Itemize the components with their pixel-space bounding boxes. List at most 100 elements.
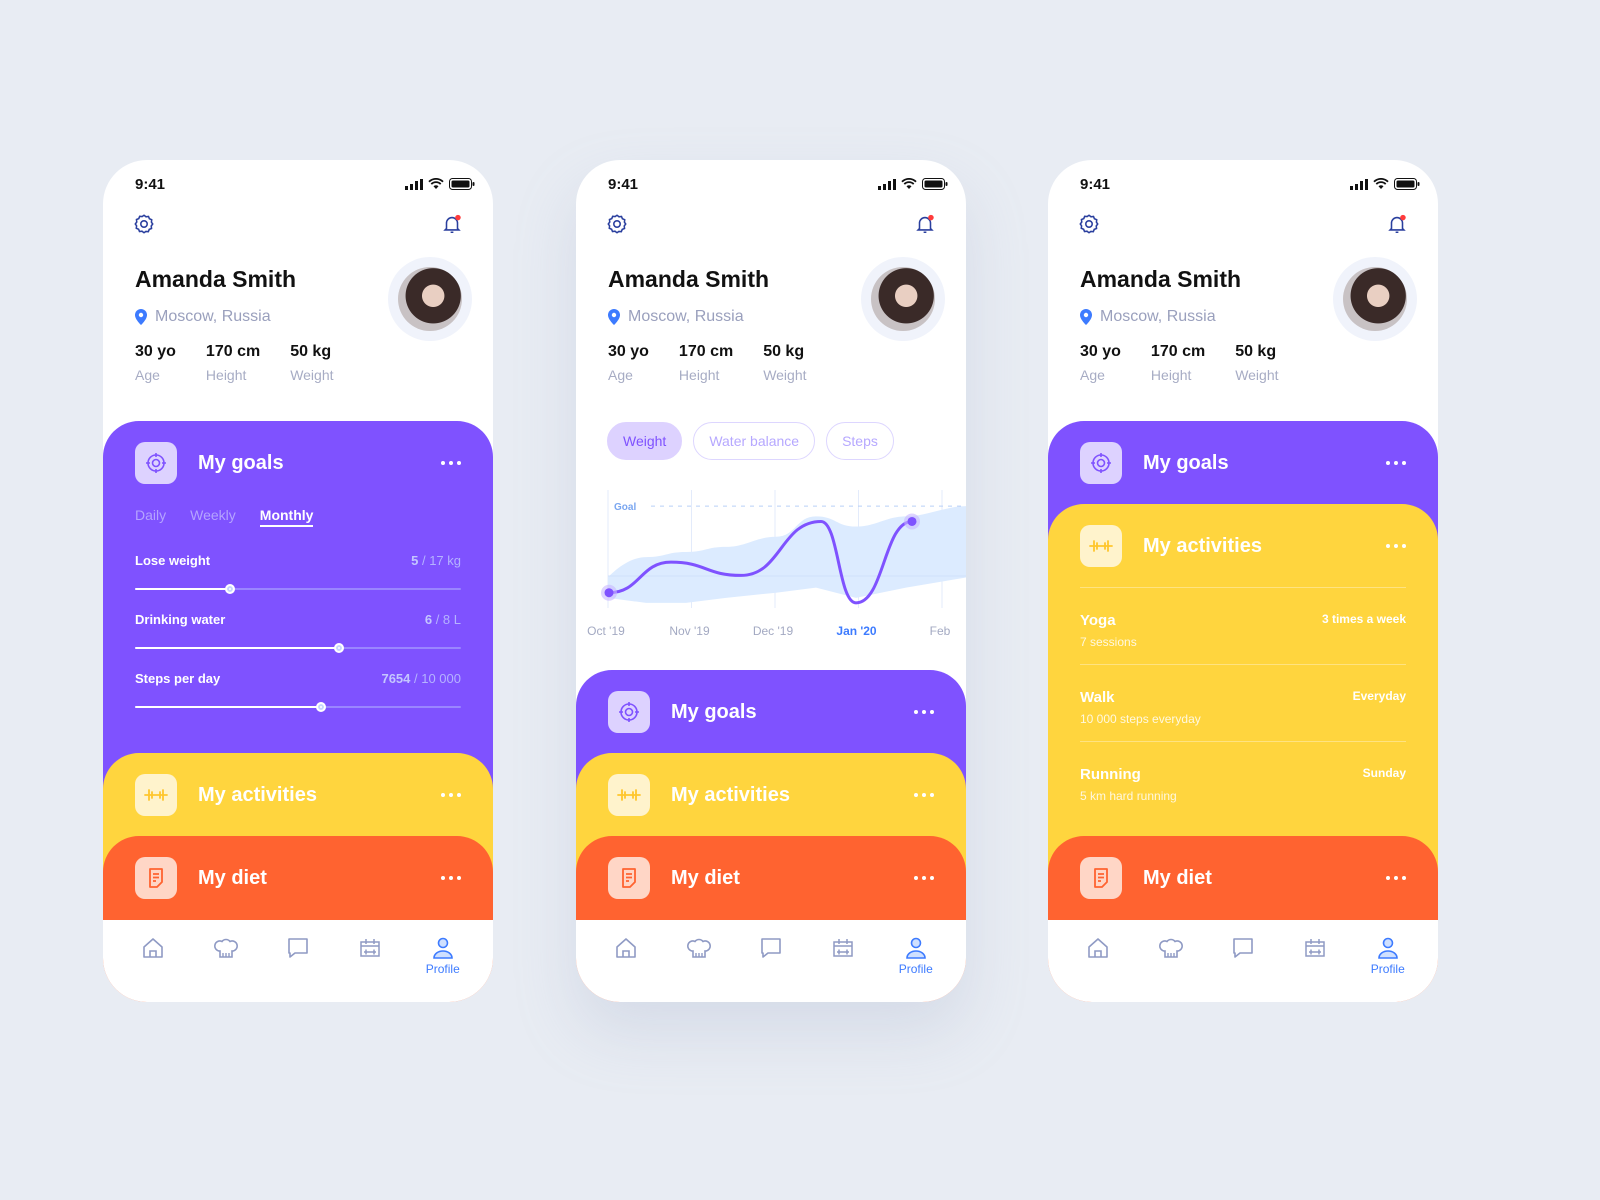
goal-slider-handle[interactable] bbox=[224, 584, 235, 594]
goal-slider[interactable] bbox=[135, 643, 461, 653]
profile-stats: 30 yo Age 170 cm Height 50 kg Weight bbox=[135, 343, 364, 383]
activity-item[interactable]: Walk Everyday 10 000 steps everyday bbox=[1080, 664, 1406, 741]
status-bar: 9:41 bbox=[1080, 174, 1420, 194]
more-options-icon[interactable] bbox=[441, 461, 461, 465]
stat-age: 30 yo Age bbox=[135, 343, 176, 383]
activity-name: Running bbox=[1080, 766, 1141, 783]
avatar[interactable] bbox=[861, 257, 945, 341]
nav-chat[interactable] bbox=[268, 920, 328, 1002]
card-header[interactable]: My diet bbox=[1080, 856, 1406, 900]
goal-slider-fill bbox=[135, 706, 321, 708]
stat-age: 30 yo Age bbox=[1080, 343, 1121, 383]
card-header[interactable]: My goals bbox=[135, 441, 461, 485]
nav-home[interactable] bbox=[1068, 920, 1128, 1002]
stat-label: Weight bbox=[763, 367, 807, 383]
nav-home[interactable] bbox=[596, 920, 656, 1002]
goal-label: Steps per day bbox=[135, 671, 221, 686]
home-icon bbox=[616, 938, 636, 958]
avatar[interactable] bbox=[1333, 257, 1417, 341]
card-title: My activities bbox=[1143, 534, 1262, 557]
card-header[interactable]: My goals bbox=[1080, 441, 1406, 485]
stat-label: Height bbox=[678, 367, 720, 383]
goal-slider-handle[interactable] bbox=[333, 643, 344, 653]
activity-item[interactable]: Running Sunday 5 km hard running bbox=[1080, 741, 1406, 818]
card-icon-box bbox=[135, 774, 177, 816]
goal-target: / 10 000 bbox=[410, 671, 461, 686]
x-tick-label[interactable]: Nov '19 bbox=[669, 624, 709, 638]
x-tick-label[interactable]: Feb bbox=[930, 624, 951, 638]
card-icon-box bbox=[1080, 442, 1122, 484]
nav-recipes[interactable] bbox=[669, 920, 729, 1002]
tab-monthly[interactable]: Monthly bbox=[259, 507, 314, 527]
nav-home[interactable] bbox=[123, 920, 183, 1002]
settings-gear-icon[interactable] bbox=[133, 213, 155, 235]
card-header[interactable]: My activities bbox=[1080, 524, 1406, 568]
stat-weight: 50 kg Weight bbox=[1235, 343, 1278, 383]
signal-icon bbox=[1350, 178, 1368, 190]
filter-steps[interactable]: Steps bbox=[826, 422, 894, 460]
nav-workouts[interactable] bbox=[340, 920, 400, 1002]
card-header[interactable]: My activities bbox=[608, 773, 934, 817]
more-options-icon[interactable] bbox=[914, 876, 934, 880]
notification-bell-icon[interactable] bbox=[914, 213, 936, 235]
wifi-icon bbox=[1373, 178, 1389, 189]
card-header[interactable]: My diet bbox=[608, 856, 934, 900]
goal-current: 7654 bbox=[381, 671, 411, 686]
tab-weekly[interactable]: Weekly bbox=[190, 507, 236, 527]
x-axis-labels: Oct '19 Nov '19 Dec '19 Jan '20 Feb bbox=[576, 624, 966, 642]
goal-value: 7654 / 10 000 bbox=[381, 671, 461, 686]
stat-value: 30 yo bbox=[135, 343, 176, 360]
card-header[interactable]: My diet bbox=[135, 856, 461, 900]
settings-gear-icon[interactable] bbox=[606, 213, 628, 235]
location-text: Moscow, Russia bbox=[1100, 308, 1216, 325]
avatar[interactable] bbox=[388, 257, 472, 341]
tab-daily[interactable]: Daily bbox=[135, 507, 166, 527]
nav-profile[interactable]: Profile bbox=[886, 920, 946, 1002]
bottom-nav: Profile bbox=[1048, 920, 1438, 1002]
activity-item[interactable]: Yoga 3 times a week 7 sessions bbox=[1080, 587, 1406, 664]
notification-bell-icon[interactable] bbox=[441, 213, 463, 235]
nav-profile[interactable]: Profile bbox=[1358, 920, 1418, 1002]
profile-location: Moscow, Russia bbox=[135, 308, 271, 326]
profile-icon bbox=[432, 937, 453, 959]
more-options-icon[interactable] bbox=[1386, 544, 1406, 548]
nav-workouts[interactable] bbox=[1285, 920, 1345, 1002]
goal-label: Goal bbox=[614, 502, 636, 513]
more-options-icon[interactable] bbox=[441, 876, 461, 880]
nav-chat[interactable] bbox=[741, 920, 801, 1002]
x-tick-label[interactable]: Jan '20 bbox=[836, 624, 876, 638]
settings-gear-icon[interactable] bbox=[1078, 213, 1100, 235]
nav-profile[interactable]: Profile bbox=[413, 920, 473, 1002]
more-options-icon[interactable] bbox=[914, 793, 934, 797]
nav-recipes[interactable] bbox=[196, 920, 256, 1002]
filter-water-balance[interactable]: Water balance bbox=[693, 422, 816, 460]
filter-weight[interactable]: Weight bbox=[607, 422, 683, 460]
goal-slider-handle[interactable] bbox=[315, 702, 326, 712]
more-options-icon[interactable] bbox=[914, 710, 934, 714]
stat-label: Age bbox=[135, 367, 160, 383]
signal-icon bbox=[405, 178, 423, 190]
stat-value: 50 kg bbox=[763, 343, 805, 360]
x-tick-label[interactable]: Dec '19 bbox=[753, 624, 793, 638]
weight-chart: Goal bbox=[601, 490, 966, 608]
chat-bubble-icon bbox=[761, 938, 781, 958]
signal-icon bbox=[878, 178, 896, 190]
goal-target: / 17 kg bbox=[418, 553, 461, 568]
more-options-icon[interactable] bbox=[441, 793, 461, 797]
nav-recipes[interactable] bbox=[1141, 920, 1201, 1002]
goal-label: Drinking water bbox=[135, 612, 226, 627]
chat-bubble-icon bbox=[288, 938, 308, 958]
activity-detail: 5 km hard running bbox=[1080, 789, 1177, 803]
goal-slider[interactable] bbox=[135, 584, 461, 594]
x-tick-label[interactable]: Oct '19 bbox=[587, 624, 625, 638]
status-bar: 9:41 bbox=[608, 174, 948, 194]
card-icon-box bbox=[135, 442, 177, 484]
notification-bell-icon[interactable] bbox=[1386, 213, 1408, 235]
nav-workouts[interactable] bbox=[813, 920, 873, 1002]
goal-slider[interactable] bbox=[135, 702, 461, 712]
card-header[interactable]: My goals bbox=[608, 690, 934, 734]
more-options-icon[interactable] bbox=[1386, 876, 1406, 880]
card-header[interactable]: My activities bbox=[135, 773, 461, 817]
more-options-icon[interactable] bbox=[1386, 461, 1406, 465]
nav-chat[interactable] bbox=[1213, 920, 1273, 1002]
